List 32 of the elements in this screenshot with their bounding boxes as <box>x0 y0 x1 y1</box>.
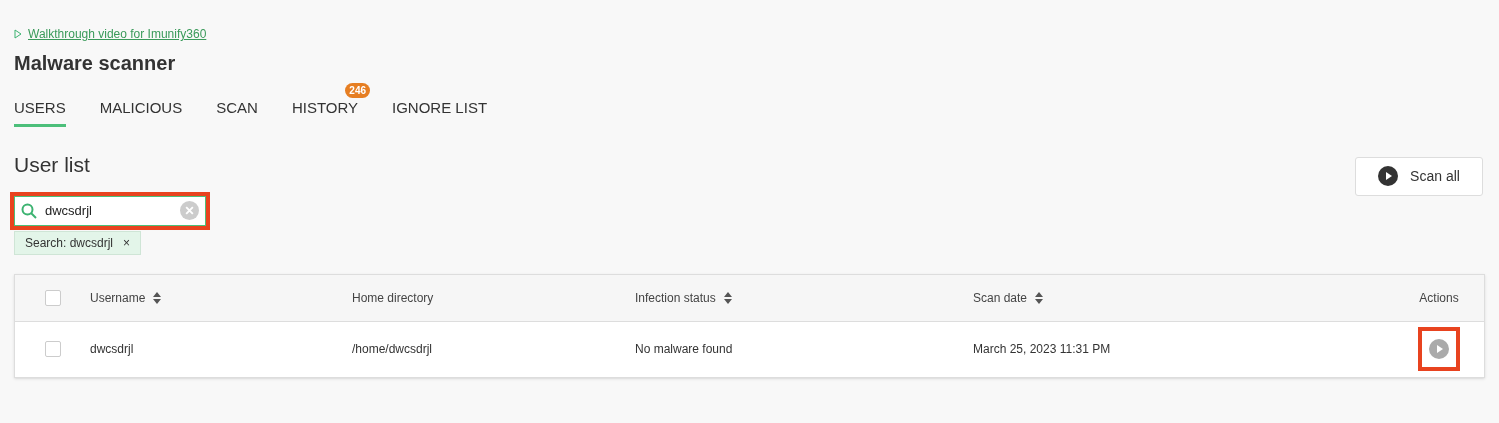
column-header: Home directory <box>352 289 434 307</box>
column-header[interactable]: Username <box>90 288 146 307</box>
search-icon <box>21 202 37 219</box>
tab[interactable]: SCAN <box>216 97 258 127</box>
remove-chip-button[interactable]: × <box>123 233 131 252</box>
filter-label: Search: dwcsdrjl <box>25 234 114 252</box>
play-icon <box>14 29 22 39</box>
tab[interactable]: HISTORY <box>291 97 359 127</box>
table-cell-text: No malware found <box>635 341 733 358</box>
column-header: Actions <box>1419 289 1459 307</box>
sort-icon <box>153 291 162 304</box>
page-title: Malware scanner <box>14 51 176 76</box>
sort-icon <box>723 291 732 304</box>
sort-icon <box>1035 291 1044 304</box>
play-icon <box>1378 166 1399 186</box>
scan-all-button[interactable]: Scan all <box>1355 156 1483 196</box>
table-cell-text: dwcsdrjl <box>90 341 134 358</box>
search-field[interactable]: dwcsdrjl <box>14 195 206 226</box>
tab[interactable]: USERS <box>14 97 66 127</box>
play-icon <box>1429 339 1449 359</box>
clear-icon[interactable] <box>180 201 199 220</box>
column-header[interactable]: Scan date <box>973 288 1028 307</box>
checkbox[interactable] <box>44 289 61 306</box>
section-title: User list <box>14 151 90 178</box>
column-header[interactable]: Infection status <box>635 288 716 307</box>
scan-button[interactable] <box>1429 339 1449 359</box>
tab[interactable]: MALICIOUS <box>99 97 183 127</box>
table-cell-text: /home/dwcsdrjl <box>352 341 433 358</box>
checkbox[interactable] <box>44 341 61 357</box>
tab[interactable]: IGNORE LIST <box>392 97 488 127</box>
count-badge: 246 <box>345 83 371 98</box>
table-cell-text: March 25, 2023 11:31 PM <box>973 341 1111 358</box>
